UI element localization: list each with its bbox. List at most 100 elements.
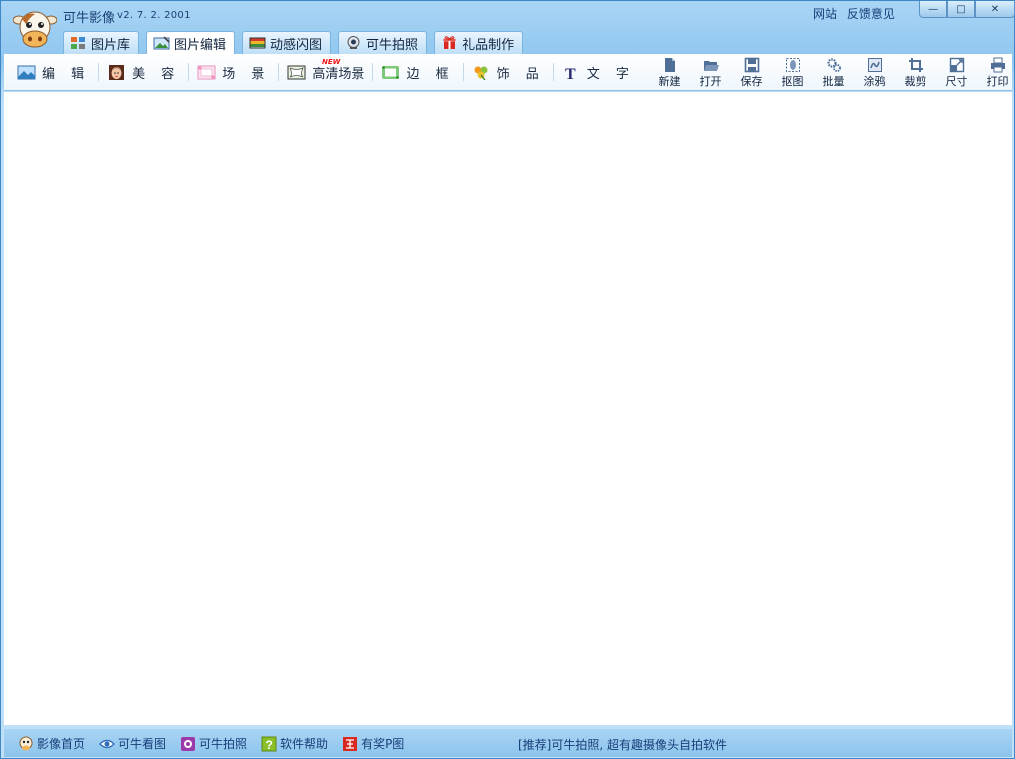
prize-icon xyxy=(343,736,358,751)
help-link[interactable]: ? 软件帮助 xyxy=(261,735,328,752)
cutout-button[interactable]: 抠图 xyxy=(772,57,813,89)
gallery-icon xyxy=(71,37,85,49)
app-version: v2. 7. 2. 2001 xyxy=(117,10,191,21)
minimize-button[interactable]: — xyxy=(919,1,947,18)
action-buttons: 新建 打开 保存 抠图 批量 涂鸦 裁剪 尺寸 打印 xyxy=(649,57,1015,89)
action-label: 抠图 xyxy=(781,75,804,88)
hd-scene-icon xyxy=(287,65,306,79)
tool-edit[interactable]: 编 辑 xyxy=(14,61,93,83)
prize-link[interactable]: 有奖P图 xyxy=(342,735,404,752)
doodle-icon xyxy=(867,58,882,72)
new-button[interactable]: 新建 xyxy=(649,57,690,89)
divider xyxy=(372,63,374,81)
tab-gift-making[interactable]: 礼品制作 xyxy=(434,31,524,54)
webcam-icon xyxy=(347,36,360,49)
app-window: 可牛影像 v2. 7. 2. 2001 网站 反馈意见 — □ ✕ 图片库 图片… xyxy=(0,0,1015,759)
eye-viewer-icon xyxy=(99,739,115,748)
edit-toolbar: 编 辑 美 容 场 景 高清场景 边 框 饰 品 T 文 字 NEW 新建 打开… xyxy=(4,54,1012,91)
status-bar: 影像首页 可牛看图 可牛拍照 ? 软件帮助 有奖P图 [推荐]可牛拍照, 超有趣… xyxy=(4,729,1012,757)
cutout-icon xyxy=(785,58,800,72)
tab-label: 礼品制作 xyxy=(462,37,515,53)
new-file-icon xyxy=(664,58,675,72)
camera-icon xyxy=(181,736,196,751)
tab-flash-image[interactable]: 动感闪图 xyxy=(242,31,332,54)
tab-photo-edit[interactable]: 图片编辑 xyxy=(146,31,236,54)
doodle-button[interactable]: 涂鸦 xyxy=(854,57,895,89)
maximize-button[interactable]: □ xyxy=(947,1,975,18)
main-tabs: 图片库 图片编辑 动感闪图 可牛拍照 礼品制作 xyxy=(63,31,524,54)
website-link[interactable]: 网站 xyxy=(813,7,837,21)
status-links: 影像首页 可牛看图 可牛拍照 ? 软件帮助 有奖P图 xyxy=(18,735,404,752)
tool-frame[interactable]: 边 框 xyxy=(378,61,457,83)
face-icon xyxy=(109,64,125,80)
status-link-label: 影像首页 xyxy=(37,737,86,751)
action-label: 打印 xyxy=(986,75,1009,88)
action-label: 批量 xyxy=(822,75,845,88)
action-label: 涂鸦 xyxy=(863,75,886,88)
landscape-icon xyxy=(17,65,36,79)
tool-label: 饰 品 xyxy=(496,66,545,82)
folder-open-icon xyxy=(703,61,719,71)
image-canvas[interactable] xyxy=(4,92,1012,725)
batch-button[interactable]: 批量 xyxy=(813,57,854,89)
tab-label: 图片编辑 xyxy=(174,37,227,53)
tool-text[interactable]: T 文 字 xyxy=(559,61,638,83)
action-label: 打开 xyxy=(699,75,722,88)
tab-gallery[interactable]: 图片库 xyxy=(63,31,140,54)
help-icon: ? xyxy=(261,736,277,752)
printer-icon xyxy=(990,57,1005,73)
top-links: 网站 反馈意见 xyxy=(813,5,901,22)
svg-text:?: ? xyxy=(266,738,273,752)
tab-webcam-photo[interactable]: 可牛拍照 xyxy=(338,31,428,54)
divider xyxy=(278,63,280,81)
divider xyxy=(552,63,554,81)
new-badge: NEW xyxy=(322,58,341,66)
crop-icon xyxy=(908,58,923,72)
viewer-link[interactable]: 可牛看图 xyxy=(99,735,166,752)
recommend-link[interactable]: [推荐]可牛拍照, 超有趣摄像头自拍软件 xyxy=(518,736,727,753)
flash-image-icon xyxy=(249,37,266,49)
tool-beauty[interactable]: 美 容 xyxy=(104,61,183,83)
app-title: 可牛影像 xyxy=(63,11,116,26)
resize-icon xyxy=(949,57,964,73)
action-label: 新建 xyxy=(658,75,681,88)
crop-button[interactable]: 裁剪 xyxy=(895,57,936,89)
tool-accessory[interactable]: 饰 品 xyxy=(469,61,548,83)
tool-label: 美 容 xyxy=(132,66,181,82)
feedback-link[interactable]: 反馈意见 xyxy=(847,7,895,21)
print-button[interactable]: 打印 xyxy=(977,57,1015,89)
divider xyxy=(188,63,190,81)
action-label: 裁剪 xyxy=(904,75,927,88)
action-label: 保存 xyxy=(740,75,763,88)
window-controls: — □ ✕ xyxy=(919,1,1015,18)
status-link-label: 有奖P图 xyxy=(361,737,405,751)
status-link-label: 可牛看图 xyxy=(118,737,167,751)
status-link-label: 可牛拍照 xyxy=(199,737,248,751)
home-link[interactable]: 影像首页 xyxy=(18,735,85,752)
text-t-icon: T xyxy=(565,66,581,80)
tab-label: 图片库 xyxy=(91,37,131,53)
tool-label: 文 字 xyxy=(586,66,635,82)
photo-edit-icon xyxy=(153,36,170,50)
save-icon xyxy=(744,57,759,73)
frame-icon xyxy=(382,65,400,79)
action-label: 尺寸 xyxy=(945,75,968,88)
tool-label: 边 框 xyxy=(406,66,455,82)
camera-link[interactable]: 可牛拍照 xyxy=(180,735,247,752)
gears-icon xyxy=(826,58,841,72)
resize-button[interactable]: 尺寸 xyxy=(936,57,977,89)
cow-logo-icon xyxy=(13,11,57,48)
open-button[interactable]: 打开 xyxy=(690,57,731,89)
status-link-label: 软件帮助 xyxy=(280,737,329,751)
tool-label: 场 景 xyxy=(222,66,271,82)
divider xyxy=(98,63,100,81)
gift-icon xyxy=(442,36,457,49)
svg-text:T: T xyxy=(565,66,581,80)
save-button[interactable]: 保存 xyxy=(731,57,772,89)
close-button[interactable]: ✕ xyxy=(975,1,1015,18)
tool-scene[interactable]: 场 景 xyxy=(194,61,273,83)
divider xyxy=(462,63,464,81)
tool-label: 编 辑 xyxy=(42,66,91,82)
cow-home-icon xyxy=(19,736,33,750)
tab-label: 可牛拍照 xyxy=(366,37,419,53)
